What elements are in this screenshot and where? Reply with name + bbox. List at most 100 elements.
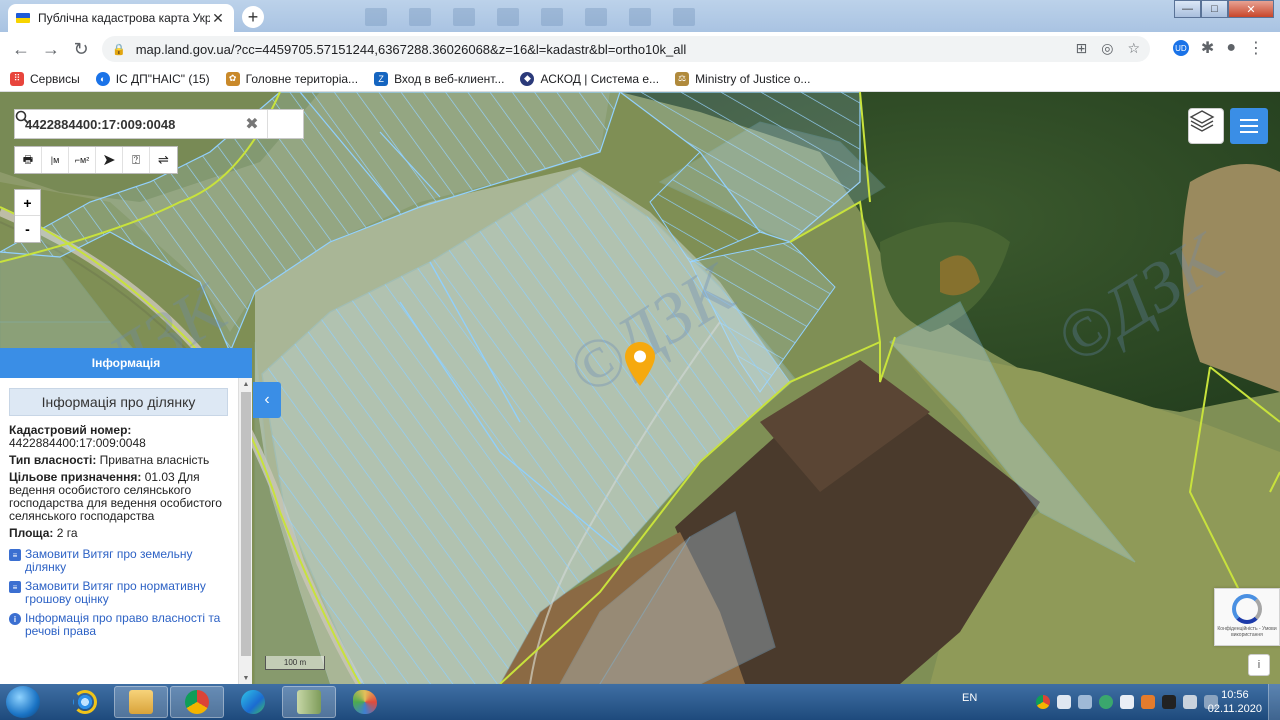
askod-icon: ◆ (520, 71, 535, 86)
identify-icon[interactable]: ⍰ (123, 147, 150, 173)
profile-icon[interactable]: ● (1226, 39, 1236, 57)
flag-icon[interactable] (1120, 695, 1134, 709)
paint-icon[interactable] (338, 686, 392, 718)
bookmark-item[interactable]: Z Вход в веб-клиент... (374, 71, 504, 86)
emblem-icon: ✿ (225, 71, 240, 86)
forward-icon[interactable]: → (36, 34, 66, 64)
edge-icon[interactable] (226, 686, 280, 718)
browser-tab[interactable]: Публічна кадастрова карта Укр ✕ (8, 4, 234, 32)
zoom-out-button[interactable]: - (15, 216, 40, 242)
chrome-tray-icon[interactable] (1036, 695, 1050, 709)
cadastral-search: ✖ (14, 109, 304, 139)
start-button[interactable] (6, 686, 40, 718)
order-extract-link[interactable]: ≡ Замовити Витяг про земельну ділянку (9, 548, 228, 574)
network-icon[interactable] (1078, 695, 1092, 709)
area-value: 2 га (56, 526, 78, 540)
purpose-label: Цільове призначення: (9, 470, 142, 484)
chrome-icon[interactable] (170, 686, 224, 718)
info-panel-header: Інформація (0, 348, 252, 378)
zoom-control: + - (14, 189, 41, 243)
url-text: map.land.gov.ua/?cc=4459705.57151244,636… (135, 41, 687, 57)
browser-titlebar: Публічна кадастрова карта Укр ✕ + — □ ✕ (0, 0, 1280, 32)
language-indicator[interactable]: EN (962, 692, 977, 704)
maximize-button[interactable]: □ (1201, 0, 1228, 18)
usb-icon[interactable] (1183, 695, 1197, 709)
select-cursor-icon[interactable]: ➤ (96, 147, 123, 173)
reload-icon[interactable]: ↻ (66, 34, 96, 64)
ownership-label: Тип власності: (9, 453, 97, 467)
area-label: Площа: (9, 526, 54, 540)
show-desktop-button[interactable] (1268, 684, 1280, 720)
hamburger-icon (1240, 119, 1258, 121)
scales-icon: ⚖ (675, 71, 690, 86)
ownership-info-link[interactable]: i Інформація про право власності та речо… (9, 612, 228, 638)
address-bar[interactable]: 🔒 map.land.gov.ua/?cc=4459705.57151244,6… (102, 36, 1150, 62)
minimize-button[interactable]: — (1174, 0, 1201, 18)
scroll-down-icon[interactable]: ▼ (239, 672, 253, 684)
clock[interactable]: 10:56 02.11.2020 (1208, 688, 1262, 716)
scroll-thumb[interactable] (241, 392, 251, 656)
bookmark-item[interactable]: ⚖ Ministry of Justice o... (675, 71, 810, 86)
cadastral-map[interactable]: ©ДЗК ©ДЗК ©ДЗК ✖ 🖶 |м ⌐м² ➤ ⍰ ⇌ + - (0, 92, 1280, 684)
zimbra-icon: Z (374, 71, 389, 86)
route-icon[interactable]: ⇌ (150, 147, 177, 173)
tab-close-icon[interactable]: ✕ (210, 10, 226, 27)
ukraine-flag-icon (16, 13, 30, 23)
tool-icon[interactable] (1162, 695, 1176, 709)
translate-icon[interactable]: ⊞ (1075, 40, 1087, 57)
bookmark-item[interactable]: ✿ Головне територіа... (225, 71, 358, 86)
background-windows (365, 8, 695, 26)
volume-icon[interactable] (1057, 695, 1071, 709)
zoom-in-button[interactable]: + (15, 190, 40, 216)
info-panel-scrollbar[interactable]: ▲ ▼ (238, 378, 252, 684)
measure-area-icon[interactable]: ⌐м² (69, 147, 96, 173)
extension-area: UD ✱ ● ⋮ (1172, 38, 1264, 58)
bookmark-item[interactable]: ◆ АСКОД | Система е... (520, 71, 659, 86)
apps-grid-icon: ⠿ (10, 71, 24, 86)
recaptcha-icon (1232, 594, 1262, 624)
back-icon[interactable]: ← (6, 34, 36, 64)
info-panel: Інформація Інформація про ділянку Кадаст… (0, 348, 252, 684)
area-row: Площа: 2 га (9, 527, 228, 540)
map-tools: 🖶 |м ⌐м² ➤ ⍰ ⇌ (14, 146, 178, 174)
parcel-info-subheader: Інформація про ділянку (9, 388, 228, 416)
purpose-row: Цільове призначення: 01.03 Для ведення о… (9, 471, 228, 523)
recaptcha-text: Конфіденційність - Умови використання (1217, 626, 1277, 638)
info-circle-icon: i (9, 613, 21, 625)
bookmark-item[interactable]: ◐ ІС ДП"НАІС" (15) (95, 71, 210, 86)
new-tab-button[interactable]: + (242, 6, 264, 28)
cadastral-number-row: Кадастровий номер: 4422884400:17:009:004… (9, 424, 228, 450)
info-panel-body: Інформація про ділянку Кадастровий номер… (0, 378, 238, 684)
star-icon[interactable]: ☆ (1127, 40, 1140, 57)
extension-ud-icon[interactable]: UD (1172, 40, 1189, 56)
close-window-button[interactable]: ✕ (1228, 0, 1274, 18)
recaptcha-badge[interactable]: Конфіденційність - Умови використання (1214, 588, 1280, 646)
search-button[interactable] (15, 110, 303, 138)
window-controls: — □ ✕ (1174, 0, 1274, 18)
clear-search-icon[interactable]: ✖ (237, 114, 267, 134)
order-valuation-link[interactable]: ≡ Замовити Витяг про нормативну грошову … (9, 580, 228, 606)
layers-button[interactable] (1188, 108, 1224, 144)
security-icon[interactable] (1099, 695, 1113, 709)
puzzle-icon[interactable]: ✱ (1201, 38, 1214, 58)
cadastral-search-input[interactable] (15, 110, 237, 138)
eye-off-icon[interactable]: ◎ (1101, 40, 1113, 57)
menu-hamburger-button[interactable] (1230, 108, 1268, 144)
measure-length-icon[interactable]: |м (42, 147, 69, 173)
omnibox-actions: ⊞ ◎ ☆ (1075, 40, 1140, 57)
file-explorer-icon[interactable] (114, 686, 168, 718)
more-menu-icon[interactable]: ⋮ (1248, 38, 1264, 58)
archive-icon[interactable] (282, 686, 336, 718)
bookmark-item[interactable]: ⠿ Сервисы (10, 71, 80, 86)
ownership-row: Тип власності: Приватна власність (9, 454, 228, 467)
windows-taskbar: EN 10:56 02.11.2020 (0, 684, 1280, 720)
map-info-button[interactable]: i (1248, 654, 1270, 676)
internet-explorer-icon[interactable] (58, 686, 112, 718)
collapse-panel-button[interactable]: ‹ (253, 382, 281, 418)
updater-icon[interactable] (1141, 695, 1155, 709)
clock-time: 10:56 (1221, 689, 1249, 701)
scroll-up-icon[interactable]: ▲ (239, 378, 253, 390)
system-tray (1036, 684, 1218, 720)
print-icon[interactable]: 🖶 (15, 147, 42, 173)
scale-bar: 100 m (265, 656, 325, 670)
